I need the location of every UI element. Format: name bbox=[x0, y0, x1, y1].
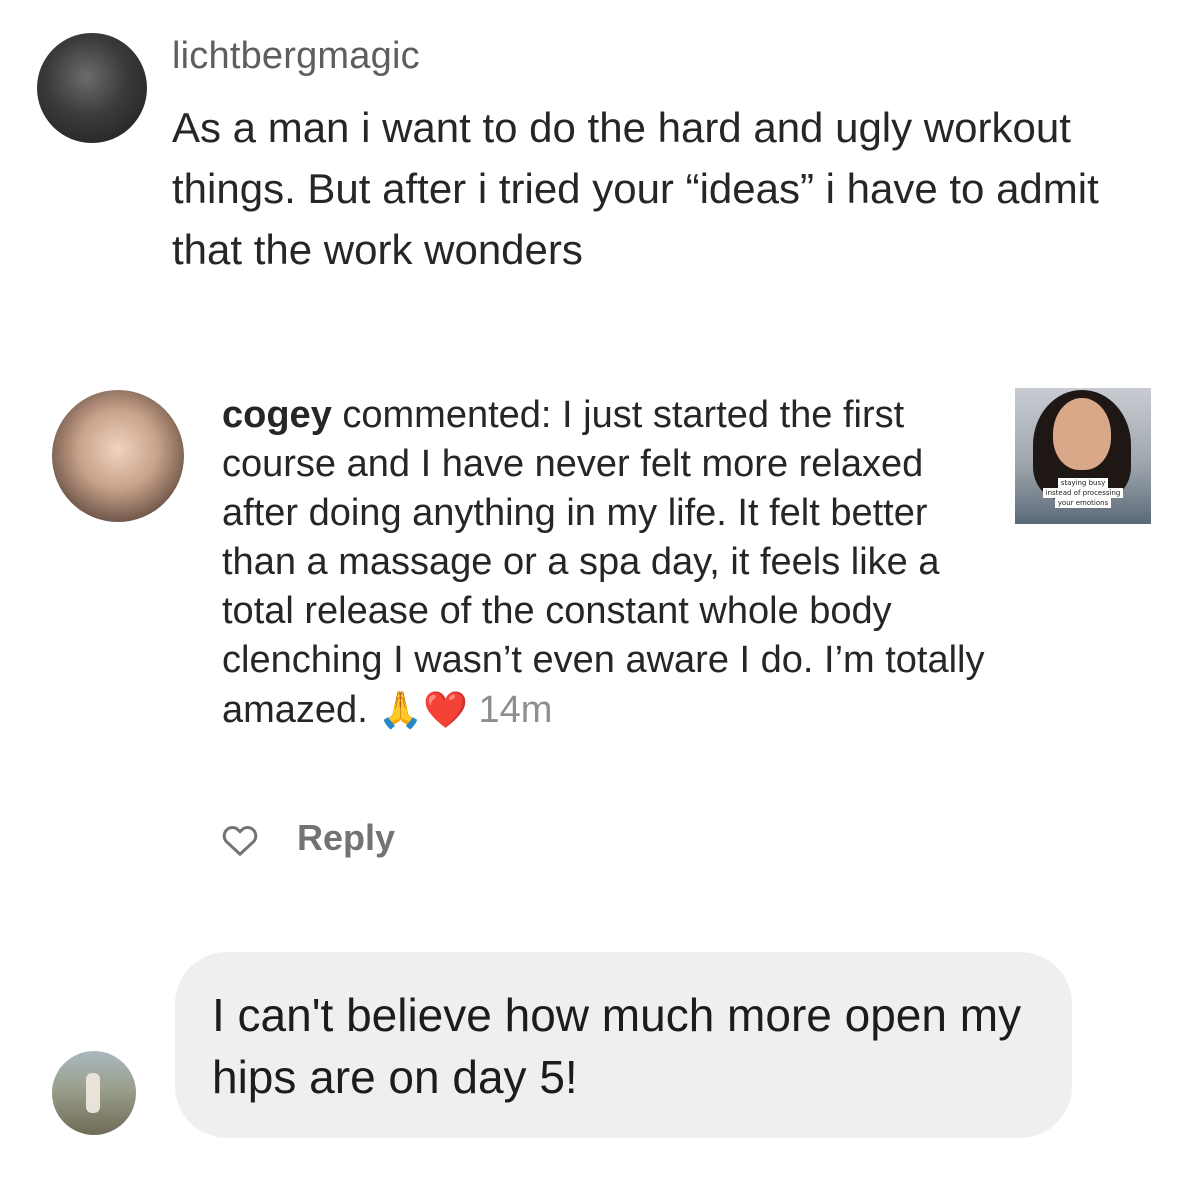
thumbnail-caption-line: your emotions bbox=[1054, 498, 1112, 508]
thumbnail-caption-line: staying busy bbox=[1057, 478, 1109, 488]
avatar-figure bbox=[86, 1073, 100, 1113]
avatar-commenter[interactable] bbox=[52, 1051, 136, 1135]
comment-text-block: cogey commented: I just started the firs… bbox=[222, 391, 992, 735]
comment-text: I can't believe how much more open my hi… bbox=[212, 989, 1022, 1103]
comment-username[interactable]: cogey bbox=[222, 394, 332, 436]
comment-timestamp: 14m bbox=[478, 689, 553, 731]
video-thumbnail[interactable]: staying busy instead of processing your … bbox=[1015, 388, 1151, 524]
reply-button[interactable]: Reply bbox=[297, 817, 395, 859]
avatar-lichtbergmagic[interactable] bbox=[37, 33, 147, 143]
comment-text: As a man i want to do the hard and ugly … bbox=[172, 104, 1099, 273]
comment-emojis: 🙏❤️ bbox=[378, 689, 468, 730]
heart-outline-icon[interactable] bbox=[222, 823, 258, 857]
comment-action-label: commented: bbox=[331, 394, 563, 436]
thumbnail-caption: staying busy instead of processing your … bbox=[1021, 478, 1145, 508]
thumbnail-caption-line: instead of processing bbox=[1042, 488, 1124, 498]
comment-username[interactable]: lichtbergmagic bbox=[172, 35, 420, 78]
thumbnail-face bbox=[1053, 398, 1111, 470]
comment-text: I just started the first course and I ha… bbox=[222, 394, 985, 731]
avatar-cogey[interactable] bbox=[52, 390, 184, 522]
